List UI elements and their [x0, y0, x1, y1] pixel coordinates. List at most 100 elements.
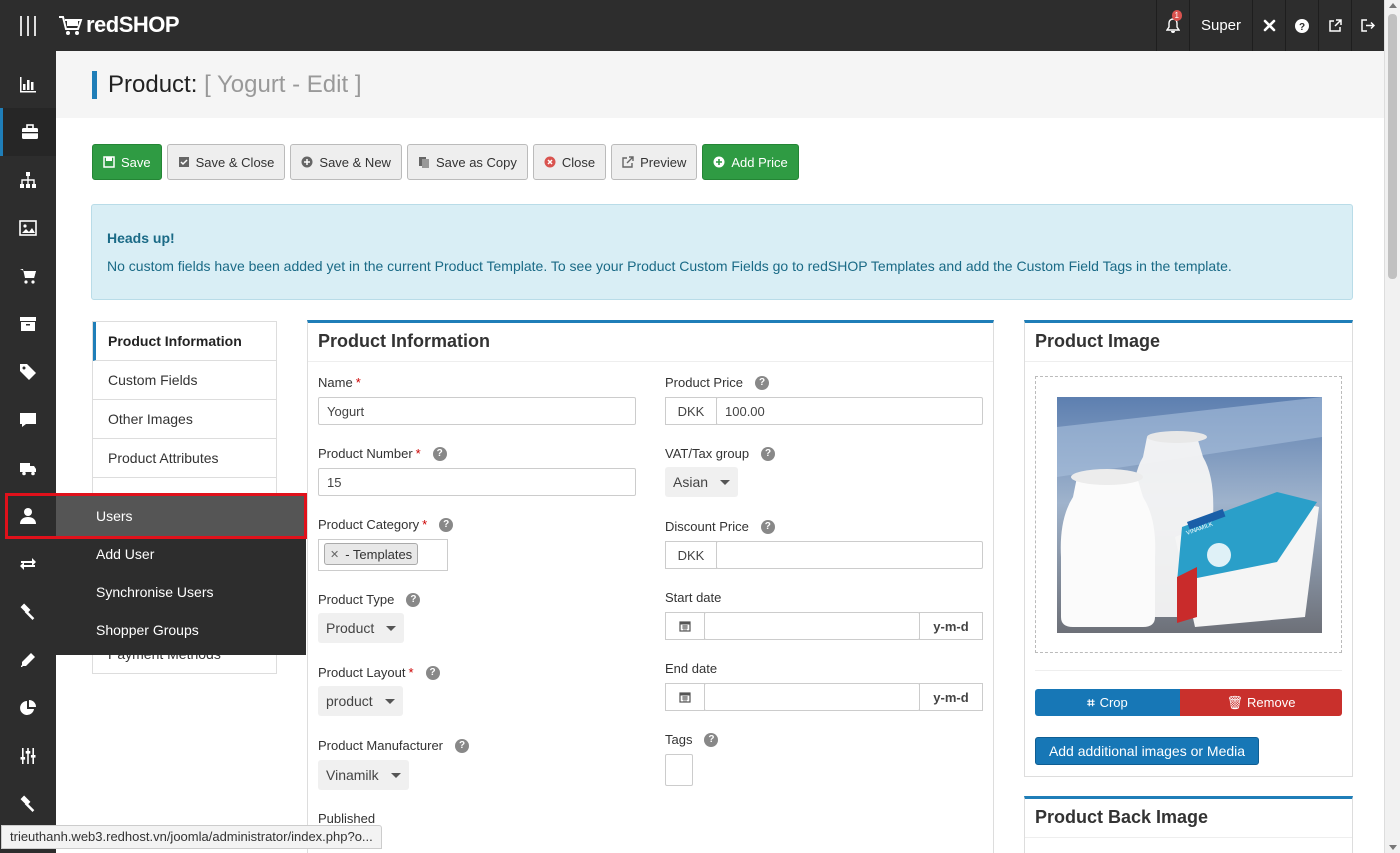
image-icon[interactable] [0, 204, 56, 252]
notifications-button[interactable]: 1 [1155, 0, 1189, 51]
plus-circle-icon [713, 156, 725, 168]
browser-status-bar: trieuthanh.web3.redhost.vn/joomla/admini… [1, 825, 382, 849]
logout-icon[interactable] [1351, 0, 1384, 51]
tab-other-images[interactable]: Other Images [93, 400, 276, 439]
save-new-button[interactable]: Save & New [290, 144, 402, 180]
flyout-item-add-user[interactable]: Add User [96, 546, 154, 562]
close-button[interactable]: Close [532, 144, 607, 180]
alert-text: No custom fields have been added yet in … [107, 258, 1232, 274]
page-title-sub: [ Yogurt - Edit ] [204, 71, 362, 98]
end-date-label: End date [665, 661, 718, 676]
sitemap-icon[interactable] [0, 156, 56, 204]
tags-input[interactable] [665, 754, 693, 786]
help-icon[interactable]: ? [704, 732, 719, 747]
pie-chart-icon[interactable] [0, 684, 56, 732]
save-button[interactable]: Save [92, 144, 162, 180]
product-type-select[interactable]: Product [318, 613, 405, 643]
product-type-label: Product Type? [318, 592, 421, 607]
brand-name: redSHOP [86, 12, 180, 37]
crop-button[interactable]: ⌗ Crop [1035, 689, 1180, 716]
start-calendar-icon[interactable] [665, 612, 705, 640]
remove-button[interactable]: 🗑 Remove [1180, 689, 1342, 716]
help-icon[interactable]: ? [406, 592, 421, 607]
product-category-select[interactable]: ✕ - Templates [318, 539, 448, 571]
start-date-input[interactable] [704, 612, 920, 640]
scroll-thumb[interactable] [1388, 14, 1397, 279]
comment-icon[interactable] [0, 396, 56, 444]
preview-button[interactable]: Preview [611, 144, 698, 180]
flyout-item-users[interactable]: Users [56, 494, 306, 538]
discount-price-input[interactable] [716, 541, 983, 569]
cart-icon[interactable] [0, 252, 56, 300]
archive-icon[interactable] [0, 300, 56, 348]
menu-toggle-icon[interactable] [0, 0, 56, 51]
help-icon[interactable]: ? [761, 446, 776, 461]
add-price-button[interactable]: Add Price [702, 144, 799, 180]
end-date-input[interactable] [704, 683, 920, 711]
page-header: Product: [ Yogurt - Edit ] [56, 51, 1384, 118]
exchange-icon[interactable] [0, 540, 56, 588]
user-menu[interactable]: Super [1188, 0, 1252, 51]
close-label: Close [561, 154, 596, 170]
scroll-down-icon[interactable] [1389, 845, 1397, 850]
name-input[interactable]: Yogurt [318, 397, 636, 425]
remove-chip-icon[interactable]: ✕ [330, 548, 339, 561]
tag-icon[interactable] [0, 348, 56, 396]
product-layout-select[interactable]: product [318, 686, 403, 716]
product-back-image-title: Product Back Image [1025, 799, 1352, 838]
chevron-down-icon [384, 698, 395, 704]
close-circle-icon [544, 156, 556, 168]
sliders-icon[interactable] [0, 732, 56, 780]
briefcase-icon[interactable] [0, 108, 56, 156]
help-icon[interactable]: ? [439, 517, 454, 532]
save-label: Save [121, 154, 151, 170]
truck-icon[interactable] [0, 444, 56, 492]
end-date-format: y-m-d [919, 683, 983, 711]
sidebar [0, 51, 56, 853]
product-manufacturer-select[interactable]: Vinamilk [318, 760, 409, 790]
end-calendar-icon[interactable] [665, 683, 705, 711]
save-copy-button[interactable]: Save as Copy [406, 144, 528, 180]
tab-product-information[interactable]: Product Information [93, 322, 276, 361]
stats-icon[interactable] [0, 60, 56, 108]
tags-label: Tags? [665, 732, 719, 747]
top-navbar: redSHOP 1 Super ? [0, 0, 1384, 51]
tab-custom-fields[interactable]: Custom Fields [93, 361, 276, 400]
image-dropzone[interactable]: VINAMILK [1035, 376, 1342, 653]
notification-count-badge: 1 [1171, 10, 1182, 21]
alert-heading: Heads up! [107, 230, 175, 246]
help-icon[interactable]: ? [760, 519, 775, 534]
help-icon[interactable]: ? [432, 446, 447, 461]
save-close-button[interactable]: Save & Close [166, 144, 286, 180]
save-new-label: Save & New [319, 154, 391, 170]
add-media-button[interactable]: Add additional images or Media [1035, 737, 1259, 765]
product-image[interactable]: VINAMILK [1057, 397, 1322, 633]
help-icon[interactable]: ? [455, 738, 470, 753]
product-price-label: Product Price? [665, 375, 770, 390]
tab-product-attributes[interactable]: Product Attributes [93, 439, 276, 478]
page-scrollbar[interactable] [1384, 0, 1400, 853]
pencil-icon[interactable] [0, 636, 56, 684]
flyout-item-shopper-groups[interactable]: Shopper Groups [96, 622, 199, 638]
help-icon[interactable]: ? [1285, 0, 1318, 51]
add-price-label: Add Price [731, 154, 788, 170]
help-icon[interactable]: ? [755, 375, 770, 390]
hammer-icon[interactable] [0, 588, 56, 636]
page-title: Product: [ Yogurt - Edit ] [92, 71, 362, 99]
svg-text:?: ? [1299, 22, 1305, 33]
flyout-item-synchronise-users[interactable]: Synchronise Users [96, 584, 214, 600]
product-layout-label: Product Layout *? [318, 665, 440, 680]
hammer-icon-2[interactable] [0, 780, 56, 828]
joomla-icon[interactable] [1252, 0, 1285, 51]
vat-select[interactable]: Asian [665, 467, 739, 497]
user-icon[interactable] [0, 492, 56, 540]
product-manufacturer-label: Product Manufacturer? [318, 738, 470, 753]
product-number-input[interactable]: 15 [318, 468, 636, 496]
brand-logo[interactable]: redSHOP [58, 8, 180, 42]
external-link-icon[interactable] [1318, 0, 1351, 51]
help-icon[interactable]: ? [425, 665, 440, 680]
scroll-up-icon[interactable] [1389, 3, 1397, 8]
product-price-input[interactable]: 100.00 [716, 397, 983, 425]
external-preview-icon [622, 156, 634, 168]
discount-price-label: Discount Price? [665, 519, 775, 534]
